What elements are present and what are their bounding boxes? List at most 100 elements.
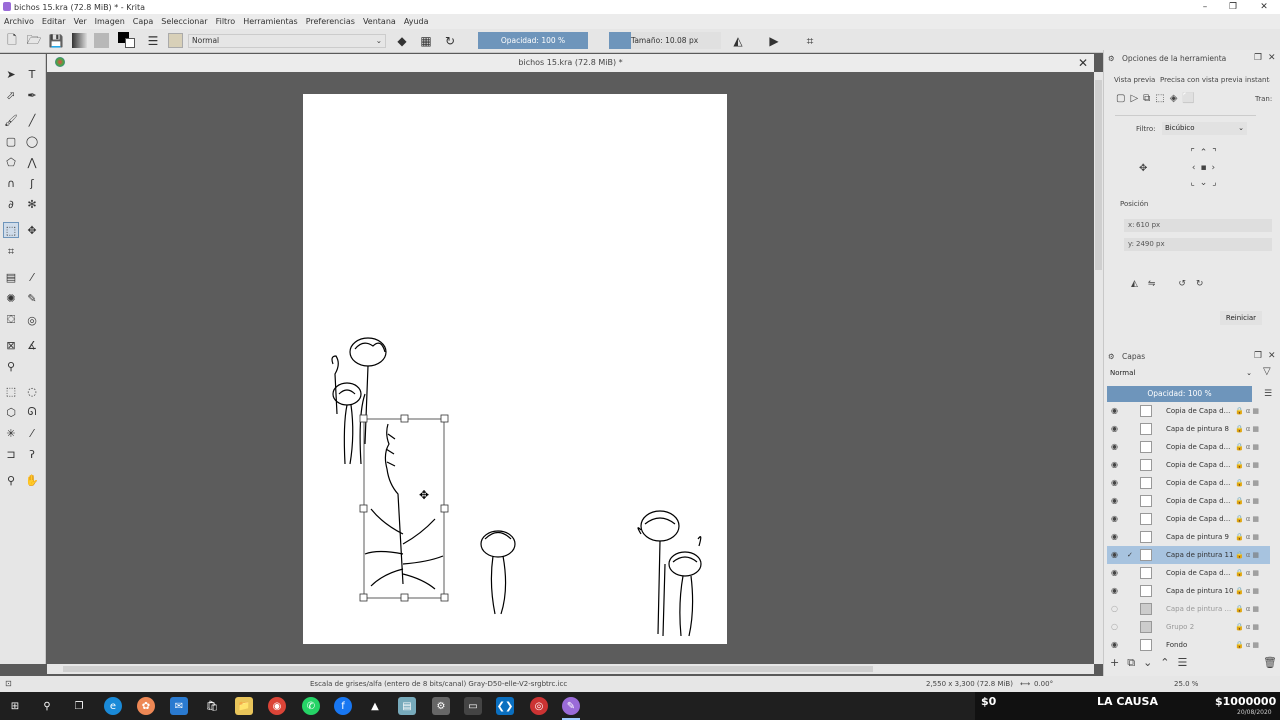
layer-blend-select[interactable]: Normal ⌄	[1107, 367, 1255, 380]
layer-row[interactable]: ○ Grupo 2 🔒α▦	[1107, 618, 1270, 636]
visibility-icon[interactable]: ◉	[1111, 528, 1118, 546]
horizontal-scrollbar[interactable]	[47, 664, 1094, 674]
opacity-slider[interactable]: Opacidad: 100 %	[478, 32, 588, 49]
lock-alpha-icons[interactable]: 🔒α▦	[1235, 510, 1261, 528]
text-tool-icon[interactable]: T	[24, 66, 40, 82]
layer-row[interactable]: ◉ Copia de Capa d... 🔒α▦	[1107, 438, 1270, 456]
background-color-swatch[interactable]	[125, 38, 135, 48]
layer-menu-icon[interactable]: ☰	[1264, 389, 1272, 399]
lock-alpha-icons[interactable]: 🔒α▦	[1235, 438, 1261, 456]
layer-row[interactable]: ◉ Copia de Capa d... 🔒α▦	[1107, 474, 1270, 492]
lock-alpha-icons[interactable]: 🔒α▦	[1235, 564, 1261, 582]
menu-seleccionar[interactable]: Seleccionar	[161, 17, 207, 26]
menu-capa[interactable]: Capa	[133, 17, 153, 26]
visibility-icon[interactable]: ◉	[1111, 474, 1118, 492]
contiguous-select-icon[interactable]: ✳	[3, 425, 19, 441]
visibility-icon[interactable]: ◉	[1111, 492, 1118, 510]
notes-icon[interactable]: ▤	[398, 697, 416, 715]
layer-row[interactable]: ◉ Copia de Capa d... 🔒α▦	[1107, 402, 1270, 420]
app-icon[interactable]: ✿	[137, 697, 155, 715]
magnetic-select-icon[interactable]: ʔ	[24, 446, 40, 462]
lock-alpha-icons[interactable]: 🔒α▦	[1235, 456, 1261, 474]
vertical-scrollbar[interactable]	[1094, 72, 1103, 664]
anchor-icon[interactable]: ✥	[1139, 163, 1147, 174]
flip-rotate-icons[interactable]: ◭⇋ ↺↻	[1131, 279, 1213, 289]
file-explorer-icon[interactable]: 📁	[235, 697, 253, 715]
menu-ver[interactable]: Ver	[74, 17, 87, 26]
fill-tool-icon[interactable]: ⛋	[3, 312, 19, 328]
visibility-icon[interactable]: ◉	[1111, 420, 1118, 438]
size-slider[interactable]: Tamaño: 10.08 px	[609, 32, 721, 49]
brush-tool-icon[interactable]: 🖌	[3, 112, 19, 128]
trash-icon[interactable]: 🗑	[1263, 656, 1277, 669]
close-window-icon[interactable]: ✕	[1249, 0, 1279, 14]
visibility-icon[interactable]: ◉	[1111, 582, 1118, 600]
lock-alpha-icons[interactable]: 🔒α▦	[1235, 528, 1261, 546]
x-position-field[interactable]: x: 610 px	[1124, 219, 1272, 232]
visibility-icon[interactable]: ◉	[1111, 402, 1118, 420]
menu-filtro[interactable]: Filtro	[216, 17, 236, 26]
visibility-icon[interactable]: ◉	[1111, 546, 1118, 564]
brush-status-icon[interactable]: ⊡	[5, 676, 12, 692]
krita-taskbar-icon[interactable]: ✎	[562, 697, 580, 715]
menu-ayuda[interactable]: Ayuda	[404, 17, 429, 26]
layer-row[interactable]: ◉ Copia de Capa d... 🔒α▦	[1107, 564, 1270, 582]
layer-row-selected[interactable]: ◉ ✓ Capa de pintura 11 🔒α▦	[1107, 546, 1270, 564]
visibility-icon[interactable]: ◉	[1111, 564, 1118, 582]
color-picker-icon[interactable]: ⁄	[24, 269, 40, 285]
transform-tool-icon[interactable]: ⬚	[3, 222, 19, 238]
select-shapes-icon[interactable]: ➤	[3, 66, 19, 82]
close-layers-icon[interactable]: ✕	[1268, 351, 1276, 361]
visibility-icon[interactable]: ◉	[1111, 510, 1118, 528]
visibility-icon[interactable]: ◉	[1111, 456, 1118, 474]
scroll-thumb-v[interactable]	[1095, 80, 1102, 270]
visibility-icon[interactable]: ◉	[1111, 636, 1118, 654]
task-view-icon[interactable]: ❐	[70, 697, 88, 715]
obs-icon[interactable]: ◎	[530, 697, 548, 715]
new-document-icon[interactable]: 🗋	[4, 33, 20, 49]
close-document-icon[interactable]: ✕	[1078, 56, 1088, 70]
lock-alpha-icons[interactable]: 🔒α▦	[1235, 636, 1261, 654]
brush-preset-icon[interactable]	[168, 33, 183, 48]
settings-icon[interactable]: ⚙	[432, 697, 450, 715]
calligraphy-icon[interactable]: ✒	[24, 87, 40, 103]
y-position-field[interactable]: y: 2490 px	[1124, 238, 1272, 251]
layer-row[interactable]: ○ Capa de pintura ... 🔒α▦	[1107, 600, 1270, 618]
alpha-lock-icon[interactable]: ▦	[418, 33, 434, 49]
similar-select-icon[interactable]: ⁄	[24, 425, 40, 441]
maximize-icon[interactable]: ❐	[1218, 0, 1248, 14]
whatsapp-icon[interactable]: ✆	[302, 697, 320, 715]
color-wheel-icon[interactable]	[55, 57, 65, 67]
blend-mode-select[interactable]: Normal ⌄	[188, 34, 386, 48]
scroll-thumb[interactable]	[63, 666, 873, 672]
bezier-tool-icon[interactable]: ∩	[3, 175, 19, 191]
crop-tool-icon[interactable]: ⌗	[3, 244, 19, 260]
menu-imagen[interactable]: Imagen	[95, 17, 125, 26]
lock-alpha-icons[interactable]: 🔒α▦	[1235, 546, 1261, 564]
lock-alpha-icons[interactable]: 🔒α▦	[1235, 402, 1261, 420]
mail-icon[interactable]: ✉	[170, 697, 188, 715]
dynamic-brush-icon[interactable]: ∂	[3, 196, 19, 212]
save-icon[interactable]: 💾	[48, 33, 64, 49]
document-tab[interactable]: bichos 15.kra (72.8 MiB) *	[47, 54, 1094, 72]
vscode-icon[interactable]: ❮❯	[496, 697, 514, 715]
layer-actions-icons[interactable]: +⧉⌄⌃☰	[1110, 656, 1195, 670]
menu-ventana[interactable]: Ventana	[363, 17, 396, 26]
mirror-vertical-icon[interactable]: ▶	[766, 33, 782, 49]
filter-layers-icon[interactable]: ▽	[1263, 366, 1271, 377]
freehand-path-icon[interactable]: ʃ	[24, 175, 40, 191]
gradient-icon[interactable]	[72, 33, 87, 48]
windows-start-icon[interactable]: ⊞	[6, 697, 24, 715]
store-icon[interactable]: 🛍	[203, 697, 221, 715]
gradient-tool-icon[interactable]: ▤	[3, 269, 19, 285]
lock-alpha-icons[interactable]: 🔒α▦	[1235, 474, 1261, 492]
hidden-icon[interactable]: ○	[1111, 600, 1118, 618]
zoom-tool-icon[interactable]: ⚲	[3, 472, 19, 488]
polygon-select-icon[interactable]: ⬡	[3, 404, 19, 420]
pattern-icon[interactable]	[94, 33, 109, 48]
reset-button[interactable]: Reiniciar	[1220, 311, 1262, 325]
filter-select[interactable]: Bicúbico ⌄	[1162, 122, 1247, 135]
layer-row[interactable]: ◉ Capa de pintura 9 🔒α▦	[1107, 528, 1270, 546]
affinity-icon[interactable]: ▲	[366, 697, 384, 715]
brush-settings-icon[interactable]: ☰	[145, 33, 161, 49]
